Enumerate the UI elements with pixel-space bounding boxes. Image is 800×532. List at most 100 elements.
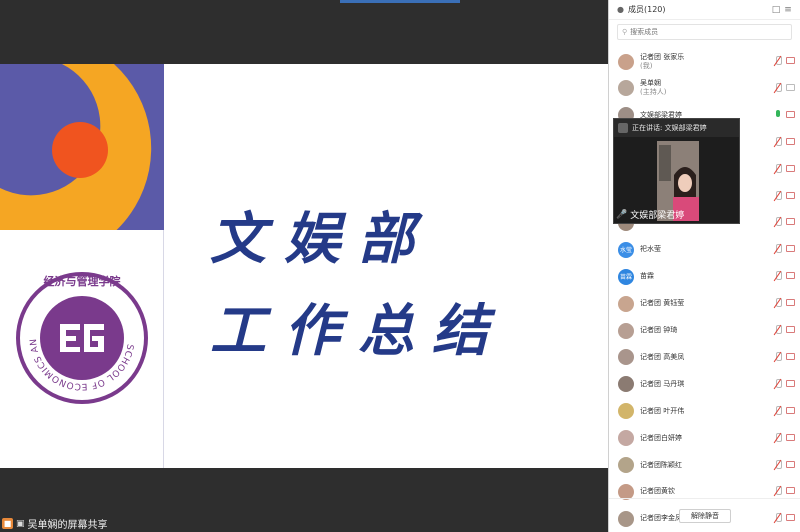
speaker-header: 正在讲话: 文娱部梁君婷 — [614, 119, 739, 137]
slide-left-column: SCHOOL OF ECONOMICS AND MANAGEMENT 经济与管理… — [0, 64, 164, 468]
member-row[interactable]: 记者团 高美凤 — [609, 344, 800, 371]
member-row[interactable]: 记者团 钟琦 — [609, 317, 800, 344]
member-info: 记者团黄钦 — [640, 487, 750, 496]
member-status-icons — [774, 432, 795, 443]
screen-share-label[interactable]: ■ ▣ 吴单娴的屏幕共享 — [0, 515, 200, 532]
member-status-icons — [774, 351, 795, 362]
member-name: 记者团陈颖红 — [640, 460, 682, 469]
microphone-muted-icon[interactable] — [774, 325, 782, 335]
member-row[interactable]: 水莹 祀水莹 — [609, 236, 800, 263]
microphone-muted-icon[interactable] — [774, 432, 782, 443]
speaking-status-text: 正在讲话: 文娱部梁君婷 — [632, 124, 707, 132]
member-status-icons — [774, 190, 795, 201]
microphone-muted-icon[interactable] — [774, 271, 782, 281]
camera-off-icon[interactable] — [786, 326, 795, 333]
speaker-avatar-icon — [618, 123, 628, 133]
camera-off-icon[interactable] — [786, 83, 795, 91]
members-icon: ● — [617, 5, 624, 14]
member-info: 记者团 马丹琪 — [640, 380, 750, 389]
member-status-icons — [774, 163, 795, 174]
pin-icon[interactable]: □ — [770, 5, 782, 15]
microphone-muted-icon[interactable] — [774, 298, 782, 308]
shared-screen-stage: SCHOOL OF ECONOMICS AND MANAGEMENT 经济与管理… — [0, 0, 608, 532]
microphone-muted-icon[interactable] — [774, 459, 782, 470]
microphone-muted-icon[interactable] — [774, 190, 782, 201]
microphone-muted-icon[interactable] — [774, 163, 782, 174]
member-name: 祀水莹 — [640, 245, 661, 254]
slide-title-line2: 工作总结 — [210, 298, 506, 364]
microphone-muted-icon[interactable] — [774, 378, 782, 389]
member-name: 记者团 钟琦 — [640, 326, 678, 334]
search-icon: ⚲ — [622, 28, 628, 36]
member-avatar — [618, 457, 634, 473]
camera-off-icon[interactable] — [786, 137, 795, 145]
member-row[interactable]: 记者团 马丹琪 — [609, 371, 800, 398]
camera-off-icon[interactable] — [786, 460, 795, 468]
member-avatar — [618, 53, 634, 70]
speaker-name: 文娱部梁君婷 — [630, 211, 685, 221]
microphone-muted-icon[interactable] — [774, 244, 782, 254]
member-status-icons — [774, 325, 795, 335]
member-info: 记者团 钟琦 — [640, 326, 750, 335]
members-panel: ● 成员(120) □ ≡ ⚲ 记者团 张家乐(我) 吴单娴(主持人) 文娱部梁君婷… — [608, 0, 800, 532]
member-row[interactable]: 苗霖 苗霖 — [609, 263, 800, 290]
screen-share-icon: ▣ — [16, 518, 25, 529]
microphone-muted-icon[interactable] — [774, 351, 782, 362]
decoration-graphic — [0, 64, 152, 230]
member-row[interactable]: 记者团 黄钰莹 — [609, 290, 800, 317]
microphone-muted-icon[interactable] — [774, 217, 782, 227]
member-avatar — [618, 376, 634, 393]
member-info: 吴单娴 (主持人) — [640, 79, 750, 97]
member-name: 记者团白妍婷 — [640, 433, 682, 442]
member-name: 记者团 高美凤 — [640, 352, 685, 361]
microphone-muted-icon[interactable] — [774, 82, 782, 93]
camera-off-icon[interactable] — [786, 245, 795, 253]
camera-off-icon[interactable] — [786, 110, 795, 118]
member-search[interactable]: ⚲ — [617, 24, 792, 40]
member-name: 记者团 黄钰莹 — [640, 299, 685, 308]
microphone-muted-icon[interactable] — [774, 56, 782, 66]
member-info: 记者团 叶开伟 — [640, 407, 750, 416]
member-name: 记者团 叶开伟 — [640, 406, 685, 415]
active-speaker-video[interactable]: 正在讲话: 文娱部梁君婷 🎤 文娱部梁君婷 — [613, 118, 740, 224]
member-row[interactable]: 吴单娴 (主持人) — [609, 75, 800, 102]
member-search-input[interactable] — [630, 28, 771, 36]
member-avatar — [618, 403, 634, 420]
camera-off-icon[interactable] — [786, 406, 795, 414]
member-row[interactable]: 记者团陈颖红 — [609, 452, 800, 479]
meeting-window: SCHOOL OF ECONOMICS AND MANAGEMENT 经济与管理… — [0, 0, 800, 532]
member-avatar: 水莹 — [618, 241, 634, 258]
member-avatar — [618, 80, 634, 97]
slide-title-line1: 文娱部 — [210, 206, 432, 272]
member-status-icons — [774, 56, 795, 66]
member-row[interactable]: 记者团 叶开伟 — [609, 398, 800, 425]
speaker-name-bar: 🎤 文娱部梁君婷 — [614, 208, 739, 222]
camera-off-icon[interactable] — [786, 379, 795, 387]
presentation-slide: SCHOOL OF ECONOMICS AND MANAGEMENT 经济与管理… — [0, 64, 608, 468]
logo-chinese-text: 经济与管理学院 — [44, 274, 121, 288]
microphone-muted-icon[interactable] — [774, 136, 782, 147]
camera-off-icon[interactable] — [786, 299, 795, 307]
camera-off-icon[interactable] — [786, 191, 795, 199]
camera-off-icon[interactable] — [786, 487, 795, 495]
member-status-icons — [774, 82, 795, 93]
screen-share-indicator-bar[interactable] — [340, 0, 460, 3]
member-row[interactable]: 记者团 张家乐 (我) — [609, 48, 800, 75]
unmute-all-button[interactable]: 解除静音 — [679, 508, 731, 523]
member-avatar: 苗霖 — [618, 268, 634, 285]
camera-off-icon[interactable] — [786, 352, 795, 360]
microphone-muted-icon[interactable] — [774, 405, 782, 416]
camera-off-icon[interactable] — [786, 218, 795, 226]
member-avatar — [618, 430, 634, 447]
member-role: (主持人) — [640, 88, 667, 97]
member-status-icons — [774, 136, 795, 147]
menu-icon[interactable]: ≡ — [782, 5, 794, 15]
camera-off-icon[interactable] — [786, 272, 795, 280]
camera-off-icon[interactable] — [786, 433, 795, 441]
member-info: 苗霖 — [640, 272, 750, 281]
microphone-muted-icon[interactable] — [774, 486, 782, 496]
member-row[interactable]: 记者团白妍婷 — [609, 425, 800, 452]
camera-off-icon[interactable] — [786, 57, 795, 64]
microphone-on-icon[interactable] — [774, 109, 782, 120]
camera-off-icon[interactable] — [786, 164, 795, 172]
